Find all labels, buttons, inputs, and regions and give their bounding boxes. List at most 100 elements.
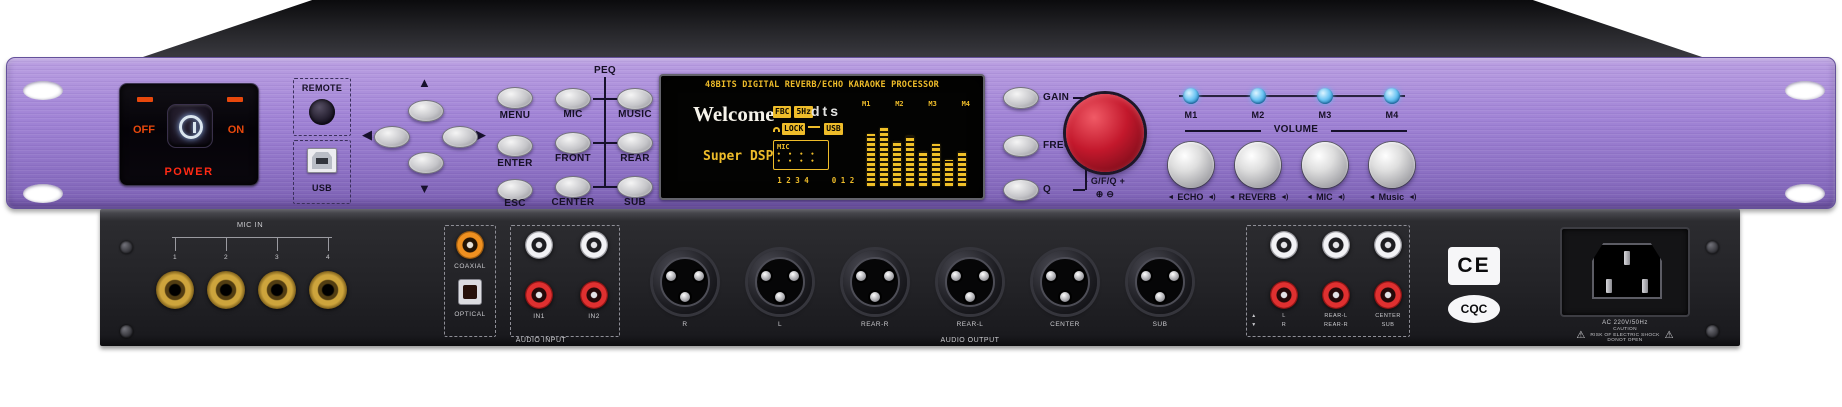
dpad-up-button[interactable] <box>408 100 444 122</box>
mic-in-label: MIC IN <box>195 221 305 229</box>
peq-sub-button[interactable] <box>617 176 653 198</box>
rca-row-up-icon: ▲ <box>1250 312 1258 320</box>
power-icon <box>179 115 203 139</box>
xlr-out-rear-l <box>938 250 1002 314</box>
dts-logo: dts <box>811 103 841 119</box>
m2-led <box>1250 88 1266 104</box>
peq-center-label: CENTER <box>545 198 601 208</box>
rca-out-l <box>1270 231 1298 259</box>
peq-music-button[interactable] <box>617 88 653 110</box>
power-off-label: OFF <box>126 124 162 136</box>
power-label: POWER <box>120 166 258 178</box>
screw-icon <box>1706 241 1719 254</box>
coaxial-label: COAXIAL <box>436 263 504 271</box>
speaker-min-icon: ◄ <box>1369 194 1375 201</box>
music-knob-label: ◄Music◄) <box>1354 192 1430 202</box>
mic-jack-number: 4 <box>323 254 333 262</box>
super-dsp-text: Super DSP <box>703 150 773 164</box>
reverb-knob-label: ◄REVERB◄) <box>1220 192 1296 202</box>
dpad-right-button[interactable] <box>442 126 478 148</box>
meter-label: M3 <box>928 100 936 108</box>
xlr-label: REAR-R <box>835 321 915 329</box>
usb-badge: USB <box>824 123 842 135</box>
rca-out-r <box>1270 281 1298 309</box>
in2-left-jack <box>580 231 608 259</box>
enter-button[interactable] <box>497 135 533 157</box>
gfq-knob[interactable] <box>1066 94 1144 172</box>
rca-label: CENTER <box>1362 312 1414 320</box>
product-shot: OFF ON POWER REMOTE USB ▲ ▼ ◀ ▶ <box>0 0 1842 407</box>
peq-music-label: MUSIC <box>607 110 663 120</box>
peq-front-button[interactable] <box>555 132 591 154</box>
audio-input-label: AUDIO INPUT <box>466 337 616 345</box>
rear-panel: MIC IN 1 2 3 4 COAXIAL OPTICAL IN1 IN2 A… <box>100 209 1740 346</box>
xlr-label: CENTER <box>1025 321 1105 329</box>
meter-label: M1 <box>862 100 870 108</box>
dpad-left-button[interactable] <box>374 126 410 148</box>
remote-box: REMOTE <box>293 78 351 136</box>
power-on-mark <box>227 97 243 102</box>
meter-bar <box>893 142 901 186</box>
lock-badge: LOCK <box>782 123 805 135</box>
rca-label: R <box>1258 321 1310 329</box>
freq-button[interactable] <box>1003 135 1039 157</box>
rca-out-rear-l <box>1322 231 1350 259</box>
q-button[interactable] <box>1003 179 1039 201</box>
reverb-knob[interactable] <box>1235 142 1281 188</box>
in2-label: IN2 <box>570 313 618 321</box>
mic-jack-2 <box>207 271 245 309</box>
mic-jack-number: 2 <box>221 254 231 262</box>
m3-led <box>1317 88 1333 104</box>
xlr-out-center <box>1033 250 1097 314</box>
coaxial-jack <box>456 231 484 259</box>
arrow-down-icon: ▼ <box>418 182 431 195</box>
xlr-label: SUB <box>1120 321 1200 329</box>
xlr-out-sub <box>1128 250 1192 314</box>
in1-label: IN1 <box>515 313 563 321</box>
caution-line3: DONOT OPEN <box>1607 338 1642 343</box>
rack-ear-hole <box>1785 81 1825 100</box>
rack-ear-hole <box>1785 184 1825 203</box>
power-button[interactable] <box>167 104 213 148</box>
xlr-label: R <box>645 321 725 329</box>
mic-jack-number: 1 <box>170 254 180 262</box>
echo-knob-label: ◄ECHO◄) <box>1153 192 1229 202</box>
mic-knob[interactable] <box>1302 142 1348 188</box>
enter-label: ENTER <box>484 159 546 169</box>
usb-port[interactable] <box>307 148 337 173</box>
m2-label: M2 <box>1236 110 1280 120</box>
gfq-knob-label: - G/F/Q + <box>1056 176 1154 186</box>
meter-bar <box>958 152 966 186</box>
ce-mark: CE <box>1448 247 1500 285</box>
usb-box: USB <box>293 140 351 204</box>
optical-port <box>458 279 482 305</box>
caution-block: ⚠ CAUTION RISK OF ELECTRIC SHOCK DONOT O… <box>1546 327 1704 344</box>
meter-bar <box>919 152 927 186</box>
peq-front-label: FRONT <box>545 154 601 164</box>
esc-label: ESC <box>484 199 546 209</box>
dpad-down-button[interactable] <box>408 152 444 174</box>
mic-jack-number: 3 <box>272 254 282 262</box>
rca-out-rear-r <box>1322 281 1350 309</box>
rca-out-sub <box>1374 281 1402 309</box>
meter-bar <box>867 134 875 186</box>
gain-button[interactable] <box>1003 87 1039 109</box>
in2-right-jack <box>580 281 608 309</box>
m4-led <box>1384 88 1400 104</box>
echo-knob[interactable] <box>1168 142 1214 188</box>
peq-center-button[interactable] <box>555 176 591 198</box>
music-knob[interactable] <box>1369 142 1415 188</box>
arrow-up-icon: ▲ <box>418 76 431 89</box>
peq-sub-label: SUB <box>607 198 663 208</box>
xlr-label: REAR-L <box>930 321 1010 329</box>
power-off-mark <box>137 97 153 102</box>
mic-knob-label: ◄MIC◄) <box>1287 192 1363 202</box>
meter-bar <box>945 160 953 186</box>
welcome-text: Welcome° <box>693 102 778 127</box>
power-on-label: ON <box>218 124 254 136</box>
peq-rear-button[interactable] <box>617 132 653 154</box>
menu-button[interactable] <box>497 87 533 109</box>
peq-mic-button[interactable] <box>555 88 591 110</box>
front-panel: OFF ON POWER REMOTE USB ▲ ▼ ◀ ▶ <box>6 57 1836 209</box>
mic-jack-4 <box>309 271 347 309</box>
